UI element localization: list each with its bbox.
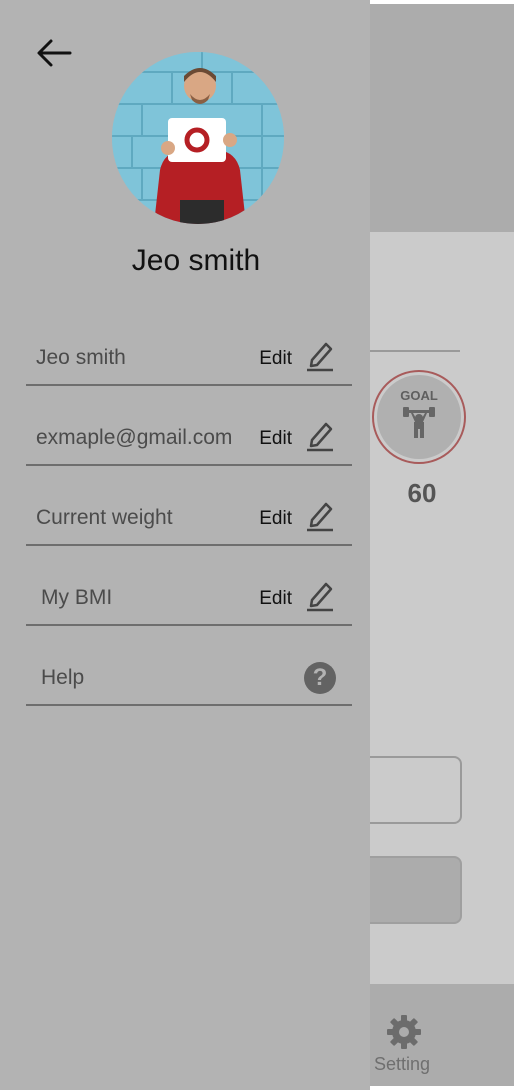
weight-field-row: Current weight Edit xyxy=(26,464,352,546)
pencil-icon[interactable] xyxy=(306,578,334,612)
goal-value: 60 xyxy=(407,478,437,508)
goal-badge-inner: GOAL xyxy=(377,375,461,459)
back-arrow-icon[interactable] xyxy=(34,36,74,70)
setting-label[interactable]: Setting xyxy=(362,1054,442,1075)
pencil-icon[interactable] xyxy=(306,498,334,532)
email-field-label: exmaple@gmail.com xyxy=(36,426,233,449)
bmi-field-label: My BMI xyxy=(41,586,113,609)
navigation-drawer: Jeo smith Jeo smith Edit exmaple@gmail.c… xyxy=(0,0,370,1090)
help-field-label[interactable]: Help xyxy=(41,666,84,690)
background-divider xyxy=(370,350,460,352)
profile-avatar[interactable] xyxy=(112,52,284,224)
name-field-row: Jeo smith Edit xyxy=(26,304,352,386)
goal-label: GOAL xyxy=(400,388,438,403)
email-field-row: exmaple@gmail.com Edit xyxy=(26,384,352,466)
edit-email-button[interactable]: Edit xyxy=(259,428,292,450)
goal-badge: GOAL xyxy=(372,370,466,464)
pencil-icon[interactable] xyxy=(306,338,334,372)
avatar-photo xyxy=(112,52,284,224)
weight-field-label: Current weight xyxy=(36,506,173,529)
profile-name: Jeo smith xyxy=(131,244,261,277)
name-field-label: Jeo smith xyxy=(36,346,126,369)
gear-icon[interactable] xyxy=(384,1012,424,1052)
edit-weight-button[interactable]: Edit xyxy=(259,508,292,530)
help-icon[interactable]: ? xyxy=(304,662,336,694)
edit-bmi-button[interactable]: Edit xyxy=(259,588,292,610)
weightlifter-icon xyxy=(403,407,435,438)
bmi-field-row: My BMI Edit xyxy=(26,544,352,626)
help-field-row[interactable]: Help ? xyxy=(26,624,352,706)
pencil-icon[interactable] xyxy=(306,418,334,452)
edit-name-button[interactable]: Edit xyxy=(259,348,292,370)
